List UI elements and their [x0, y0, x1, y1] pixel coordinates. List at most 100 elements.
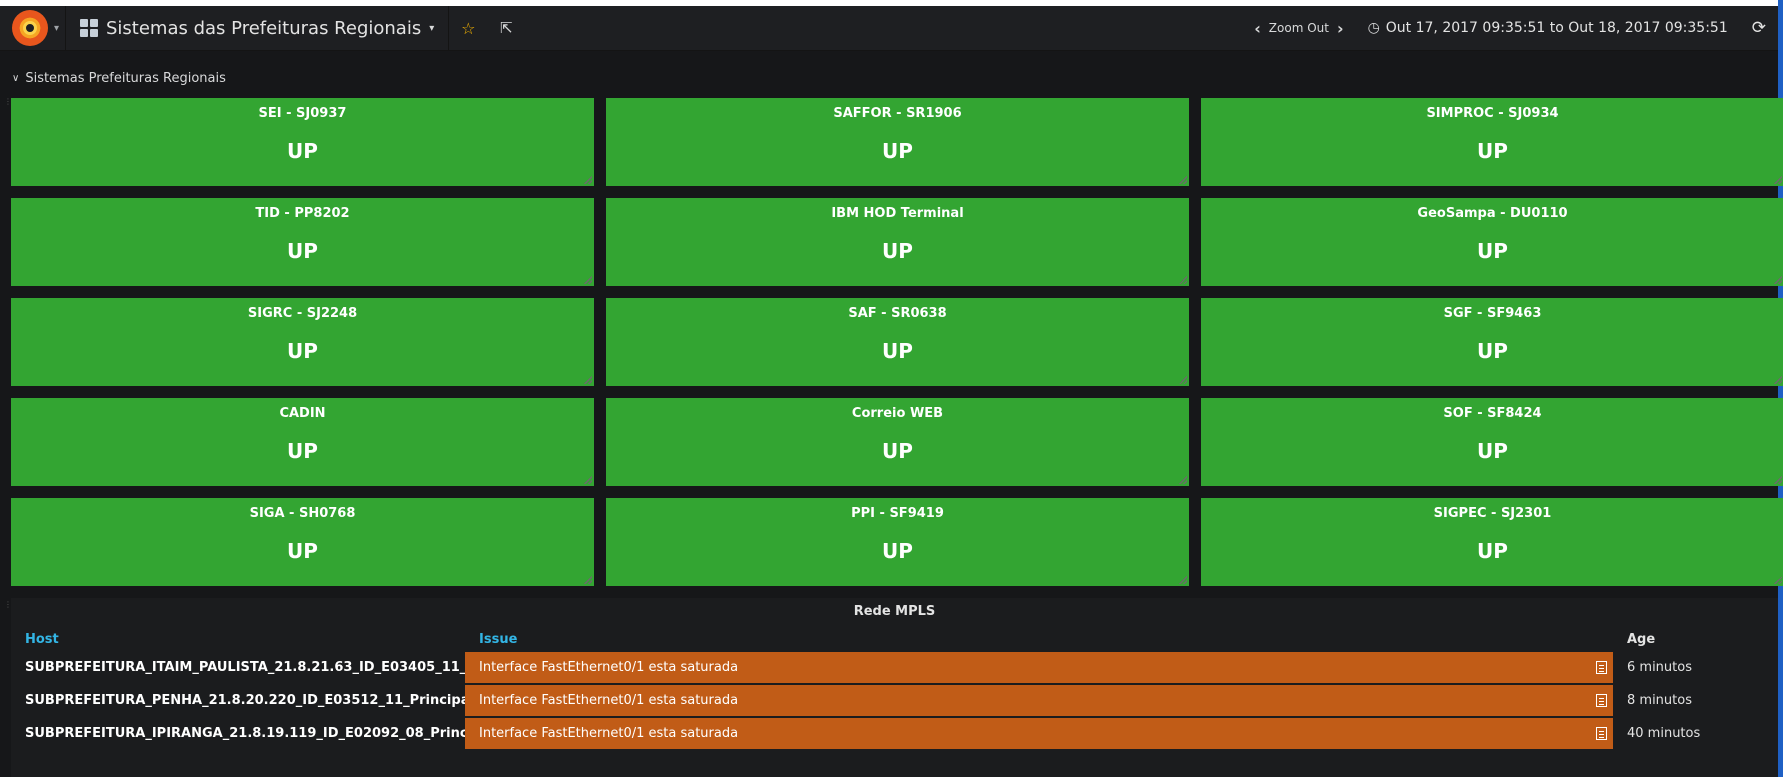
stat-panel[interactable]: SEI - SJ0937 UP	[11, 98, 594, 186]
row-drag-handle[interactable]: ⋮	[4, 98, 12, 110]
panel-title: TID - PP8202	[255, 206, 350, 221]
star-icon[interactable]: ☆	[449, 6, 487, 50]
stat-panel[interactable]: SIGRC - SJ2248 UP	[11, 298, 594, 386]
panel-drag-handle[interactable]: ⋮	[4, 601, 12, 613]
column-header-issue[interactable]: Issue	[465, 628, 1613, 650]
panel-title: PPI - SF9419	[851, 506, 944, 521]
issue-text: Interface FastEthernet0/1 esta saturada	[479, 726, 739, 741]
stat-panel[interactable]: SIGA - SH0768 UP	[11, 498, 594, 586]
age-cell: 40 minutos	[1627, 726, 1701, 741]
row-collapse-toggle[interactable]: ∨ Sistemas Prefeituras Regionais	[12, 71, 226, 86]
caret-down-icon: ▾	[429, 22, 435, 34]
table-row: SUBPREFEITURA_IPIRANGA_21.8.19.119_ID_E0…	[11, 716, 1778, 749]
stat-panel[interactable]: SIGPEC - SJ2301 UP	[1201, 498, 1783, 586]
resize-handle[interactable]	[1179, 176, 1187, 184]
issue-text: Interface FastEthernet0/1 esta saturada	[479, 660, 739, 675]
panel-value: UP	[882, 539, 913, 563]
panel-value: UP	[287, 139, 318, 163]
resize-handle[interactable]	[1774, 176, 1782, 184]
stat-panel[interactable]: SOF - SF8424 UP	[1201, 398, 1783, 486]
panel-value: UP	[1477, 539, 1508, 563]
resize-handle[interactable]	[1179, 376, 1187, 384]
panel-value: UP	[1477, 439, 1508, 463]
table-row: SUBPREFEITURA_PENHA_21.8.20.220_ID_E0351…	[11, 683, 1778, 716]
host-cell: SUBPREFEITURA_PENHA_21.8.20.220_ID_E0351…	[25, 693, 474, 708]
chevron-right-icon[interactable]: ›	[1329, 19, 1352, 38]
stat-panels-grid: SEI - SJ0937 UP SAFFOR - SR1906 UP SIMPROC…	[11, 98, 1783, 586]
stat-panel[interactable]: IBM HOD Terminal UP	[606, 198, 1189, 286]
top-navbar: ▾ Sistemas das Prefeituras Regionais ▾ ☆…	[0, 6, 1778, 51]
table-header: Host Issue Age	[11, 628, 1778, 650]
resize-handle[interactable]	[584, 276, 592, 284]
issue-cell: Interface FastEthernet0/1 esta saturada	[465, 685, 1613, 716]
panel-value: UP	[287, 439, 318, 463]
panel-title: SEI - SJ0937	[258, 106, 347, 121]
panel-value: UP	[1477, 339, 1508, 363]
share-icon[interactable]: ⇱	[487, 6, 525, 50]
issue-cell: Interface FastEthernet0/1 esta saturada	[465, 718, 1613, 749]
panel-title: SOF - SF8424	[1443, 406, 1542, 421]
file-text-icon[interactable]	[1596, 694, 1607, 707]
resize-handle[interactable]	[584, 576, 592, 584]
panel-title: GeoSampa - DU0110	[1417, 206, 1568, 221]
stat-panel[interactable]: PPI - SF9419 UP	[606, 498, 1189, 586]
panel-value: UP	[287, 339, 318, 363]
panel-title: Correio WEB	[851, 406, 944, 421]
age-cell: 6 minutos	[1627, 660, 1692, 675]
panel-title: SAFFOR - SR1906	[833, 106, 962, 121]
panel-title: CADIN	[279, 406, 326, 421]
resize-handle[interactable]	[1774, 576, 1782, 584]
table-row: SUBPREFEITURA_ITAIM_PAULISTA_21.8.21.63_…	[11, 650, 1778, 683]
resize-handle[interactable]	[584, 176, 592, 184]
stat-panel[interactable]: SAFFOR - SR1906 UP	[606, 98, 1189, 186]
panel-title: SAF - SR0638	[848, 306, 947, 321]
panel-title: IBM HOD Terminal	[831, 206, 964, 221]
file-text-icon[interactable]	[1596, 661, 1607, 674]
refresh-icon[interactable]: ⟳	[1752, 18, 1766, 38]
panel-value: UP	[287, 239, 318, 263]
panel-title: SIGRC - SJ2248	[247, 306, 358, 321]
grafana-logo-icon	[12, 10, 48, 46]
grafana-menu-button[interactable]: ▾	[0, 6, 66, 50]
dashboard-grid-icon	[80, 19, 98, 37]
caret-down-icon: ▾	[54, 22, 60, 34]
dashboard-picker-button[interactable]: Sistemas das Prefeituras Regionais ▾	[66, 6, 450, 50]
panel-value: UP	[882, 339, 913, 363]
stat-panel[interactable]: Correio WEB UP	[606, 398, 1189, 486]
stat-panel[interactable]: GeoSampa - DU0110 UP	[1201, 198, 1783, 286]
host-cell: SUBPREFEITURA_ITAIM_PAULISTA_21.8.21.63_…	[25, 660, 531, 675]
dashboard-title: Sistemas das Prefeituras Regionais	[106, 17, 422, 39]
row-title: Sistemas Prefeituras Regionais	[25, 71, 226, 86]
resize-handle[interactable]	[1179, 576, 1187, 584]
stat-panel[interactable]: CADIN UP	[11, 398, 594, 486]
resize-handle[interactable]	[584, 476, 592, 484]
file-text-icon[interactable]	[1596, 727, 1607, 740]
resize-handle[interactable]	[1179, 476, 1187, 484]
panel-title[interactable]: Rede MPLS	[11, 598, 1778, 628]
resize-handle[interactable]	[1179, 276, 1187, 284]
resize-handle[interactable]	[1774, 476, 1782, 484]
panel-value: UP	[1477, 139, 1508, 163]
stat-panel[interactable]: TID - PP8202 UP	[11, 198, 594, 286]
host-cell: SUBPREFEITURA_IPIRANGA_21.8.19.119_ID_E0…	[25, 726, 495, 741]
stat-panel[interactable]: SAF - SR0638 UP	[606, 298, 1189, 386]
age-cell: 8 minutos	[1627, 693, 1692, 708]
panel-title: SIGA - SH0768	[249, 506, 356, 521]
zoom-out-button[interactable]: Zoom Out	[1269, 21, 1329, 35]
stat-panel[interactable]: SIMPROC - SJ0934 UP	[1201, 98, 1783, 186]
resize-handle[interactable]	[1774, 276, 1782, 284]
panel-value: UP	[287, 539, 318, 563]
stat-panel[interactable]: SGF - SF9463 UP	[1201, 298, 1783, 386]
issue-text: Interface FastEthernet0/1 esta saturada	[479, 693, 739, 708]
issue-cell: Interface FastEthernet0/1 esta saturada	[465, 652, 1613, 683]
panel-value: UP	[882, 239, 913, 263]
chevron-left-icon[interactable]: ‹	[1246, 19, 1269, 38]
resize-handle[interactable]	[1774, 376, 1782, 384]
column-header-age[interactable]: Age	[1613, 632, 1655, 647]
panel-value: UP	[882, 139, 913, 163]
panel-title: SGF - SF9463	[1443, 306, 1542, 321]
time-range-picker[interactable]: Out 17, 2017 09:35:51 to Out 18, 2017 09…	[1386, 20, 1728, 36]
panel-title: SIGPEC - SJ2301	[1433, 506, 1552, 521]
resize-handle[interactable]	[584, 376, 592, 384]
column-header-host[interactable]: Host	[11, 632, 465, 647]
